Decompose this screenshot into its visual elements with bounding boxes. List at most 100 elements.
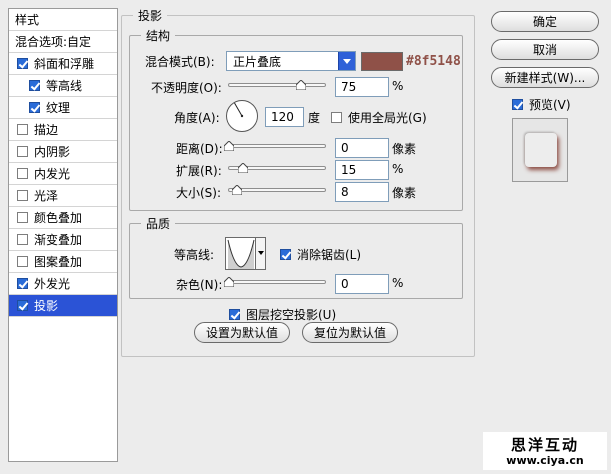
distance-input[interactable]: 0 bbox=[335, 138, 389, 158]
reset-default-button[interactable]: 复位为默认值 bbox=[302, 322, 398, 343]
contour-curve-icon bbox=[226, 238, 256, 269]
style-preview bbox=[512, 118, 568, 182]
knockout-label: 图层挖空投影(U) bbox=[246, 308, 337, 322]
size-slider[interactable] bbox=[228, 185, 326, 195]
sidebar-item[interactable]: 内阴影 bbox=[9, 141, 117, 163]
noise-slider[interactable] bbox=[224, 277, 326, 287]
sidebar-item[interactable]: 颜色叠加 bbox=[9, 207, 117, 229]
noise-slider-thumb[interactable] bbox=[224, 277, 234, 287]
size-label: 大小(S): bbox=[176, 186, 222, 200]
sidebar-item[interactable]: 等高线 bbox=[9, 75, 117, 97]
cancel-button[interactable]: 取消 bbox=[491, 39, 599, 60]
opacity-slider-thumb[interactable] bbox=[296, 80, 306, 90]
sidebar-item-label: 内阴影 bbox=[34, 145, 71, 159]
sidebar-item-checkbox[interactable] bbox=[29, 102, 40, 113]
spread-unit: % bbox=[392, 162, 404, 176]
contour-label: 等高线: bbox=[174, 248, 215, 262]
preview-checkbox[interactable]: 预览(V) bbox=[512, 96, 571, 113]
sidebar-item-label: 光泽 bbox=[34, 189, 59, 203]
distance-unit: 像素 bbox=[392, 142, 417, 156]
size-input[interactable]: 8 bbox=[335, 182, 389, 202]
distance-label: 距离(D): bbox=[176, 142, 223, 156]
watermark-url: www.ciya.cn bbox=[506, 454, 584, 467]
sidebar-item-checkbox[interactable] bbox=[17, 168, 28, 179]
knockout-checkbox[interactable]: 图层挖空投影(U) bbox=[229, 306, 336, 323]
distance-slider[interactable] bbox=[224, 141, 326, 151]
anti-alias-checkbox[interactable]: 消除锯齿(L) bbox=[280, 246, 361, 263]
sidebar-item-checkbox[interactable] bbox=[17, 58, 28, 69]
sidebar-item-checkbox[interactable] bbox=[17, 146, 28, 157]
noise-unit: % bbox=[392, 276, 404, 290]
global-light-checkbox[interactable]: 使用全局光(G) bbox=[331, 109, 427, 126]
preview-thumbnail bbox=[525, 133, 557, 167]
contour-dropdown-button[interactable] bbox=[255, 238, 265, 269]
sidebar-item-checkbox[interactable] bbox=[17, 278, 28, 289]
sidebar-item[interactable]: 投影 bbox=[9, 295, 117, 317]
sidebar-item-checkbox[interactable] bbox=[17, 124, 28, 135]
sidebar-item[interactable]: 图案叠加 bbox=[9, 251, 117, 273]
sidebar-item[interactable]: 描边 bbox=[9, 119, 117, 141]
sidebar-item-label: 斜面和浮雕 bbox=[34, 57, 95, 71]
preview-box-check[interactable] bbox=[512, 99, 523, 110]
sidebar-item-label: 渐变叠加 bbox=[34, 233, 83, 247]
sidebar-item-label: 颜色叠加 bbox=[34, 211, 83, 225]
sidebar-item-checkbox[interactable] bbox=[17, 234, 28, 245]
contour-picker[interactable] bbox=[225, 237, 266, 270]
size-unit: 像素 bbox=[392, 186, 417, 200]
style-list: 样式混合选项:自定斜面和浮雕等高线纹理描边内阴影内发光光泽颜色叠加渐变叠加图案叠… bbox=[8, 8, 118, 462]
spread-input[interactable]: 15 bbox=[335, 160, 389, 180]
sidebar-item-checkbox[interactable] bbox=[17, 256, 28, 267]
angle-label: 角度(A): bbox=[174, 111, 220, 125]
sidebar-item-label: 等高线 bbox=[46, 79, 83, 93]
sidebar-item[interactable]: 渐变叠加 bbox=[9, 229, 117, 251]
anti-alias-label: 消除锯齿(L) bbox=[297, 248, 362, 262]
opacity-slider[interactable] bbox=[228, 80, 326, 90]
size-slider-thumb[interactable] bbox=[231, 185, 242, 195]
blend-mode-select[interactable]: 正片叠底 bbox=[226, 51, 356, 71]
sidebar-item-label: 图案叠加 bbox=[34, 255, 83, 269]
new-style-button[interactable]: 新建样式(W)... bbox=[491, 67, 599, 88]
make-default-button[interactable]: 设置为默认值 bbox=[194, 322, 290, 343]
shadow-color-swatch[interactable] bbox=[361, 52, 403, 71]
chevron-down-icon bbox=[258, 251, 264, 255]
sidebar-item-label: 混合选项:自定 bbox=[15, 35, 92, 49]
sidebar-item-checkbox[interactable] bbox=[17, 300, 28, 311]
global-light-box[interactable] bbox=[331, 112, 342, 123]
global-light-label: 使用全局光(G) bbox=[348, 111, 427, 125]
blend-mode-value: 正片叠底 bbox=[233, 54, 282, 69]
sidebar-item-label: 投影 bbox=[34, 299, 59, 313]
spread-slider-thumb[interactable] bbox=[238, 163, 249, 173]
distance-slider-thumb[interactable] bbox=[224, 141, 234, 151]
ok-button[interactable]: 确定 bbox=[491, 11, 599, 32]
sidebar-item[interactable]: 样式 bbox=[9, 9, 117, 31]
sidebar-item-checkbox[interactable] bbox=[17, 212, 28, 223]
sidebar-item[interactable]: 外发光 bbox=[9, 273, 117, 295]
noise-input[interactable]: 0 bbox=[335, 274, 389, 294]
angle-dial[interactable] bbox=[225, 99, 259, 133]
sidebar-item-checkbox[interactable] bbox=[29, 80, 40, 91]
quality-title: 品质 bbox=[141, 215, 176, 232]
angle-unit: 度 bbox=[308, 111, 321, 125]
sidebar-item-label: 外发光 bbox=[34, 277, 71, 291]
angle-dial-icon bbox=[226, 100, 258, 132]
anti-alias-box[interactable] bbox=[280, 249, 291, 260]
noise-label: 杂色(N): bbox=[176, 278, 223, 292]
opacity-input[interactable]: 75 bbox=[335, 77, 389, 97]
sidebar-item-label: 样式 bbox=[15, 13, 40, 27]
blend-mode-label: 混合模式(B): bbox=[145, 55, 215, 69]
sidebar-item-label: 描边 bbox=[34, 123, 59, 137]
shadow-color-hex: #8f5148 bbox=[406, 54, 461, 69]
watermark: 思洋互动 www.ciya.cn bbox=[483, 432, 607, 470]
sidebar-item[interactable]: 光泽 bbox=[9, 185, 117, 207]
sidebar-item[interactable]: 斜面和浮雕 bbox=[9, 53, 117, 75]
chevron-down-icon[interactable] bbox=[338, 52, 355, 70]
spread-slider[interactable] bbox=[228, 163, 326, 173]
sidebar-item-checkbox[interactable] bbox=[17, 190, 28, 201]
knockout-box[interactable] bbox=[229, 309, 240, 320]
spread-label: 扩展(R): bbox=[176, 164, 222, 178]
sidebar-item[interactable]: 混合选项:自定 bbox=[9, 31, 117, 53]
sidebar-item[interactable]: 纹理 bbox=[9, 97, 117, 119]
angle-input[interactable]: 120 bbox=[265, 107, 304, 127]
watermark-title: 思洋互动 bbox=[510, 436, 579, 454]
sidebar-item[interactable]: 内发光 bbox=[9, 163, 117, 185]
